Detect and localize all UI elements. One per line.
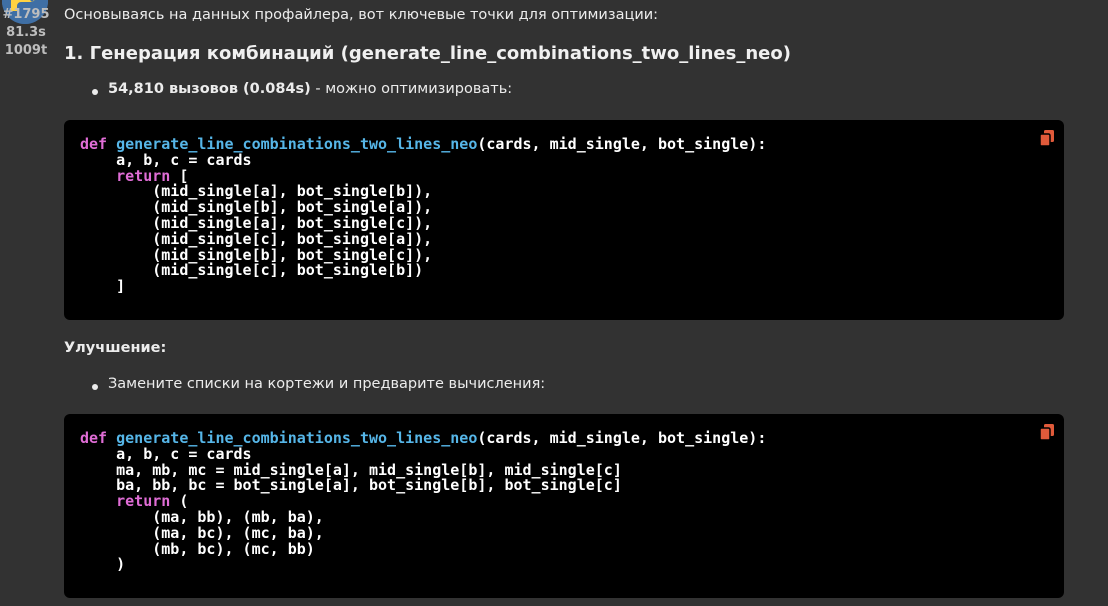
code-text: def generate_line_combinations_two_lines…	[80, 135, 1048, 296]
copy-icon[interactable]	[1039, 130, 1054, 147]
bullet-bold-text: 54,810 вызовов (0.084s)	[108, 81, 311, 97]
code-signature: (cards, mid_single, bot_single):	[477, 135, 767, 153]
chat-message: #1795 81.3s 1009t Основываясь на данных …	[0, 0, 1108, 606]
copy-icon[interactable]	[1039, 424, 1054, 441]
code-block: def generate_line_combinations_two_lines…	[64, 414, 1064, 598]
list-item: Замените списки на кортежи и предварите …	[91, 376, 546, 392]
code-body: (mid_single[a], bot_single[b]), (mid_sin…	[116, 182, 433, 296]
code-line: a, b, c = cards ma, mb, mc = mid_single[…	[116, 444, 622, 495]
response-time: 81.3s	[6, 25, 46, 40]
list-item: 54,810 вызовов (0.084s) - можно оптимизи…	[91, 81, 513, 97]
improvement-label: Улучшение:	[64, 340, 167, 356]
code-body: (ma, bb), (mb, ba), (ma, bc), (mc, ba), …	[116, 507, 324, 574]
code-text: def generate_line_combinations_two_lines…	[80, 429, 1048, 574]
bullet-text: - можно оптимизировать:	[310, 81, 513, 97]
code-block: def generate_line_combinations_two_lines…	[64, 120, 1064, 320]
bullet-text: Замените списки на кортежи и предварите …	[108, 376, 546, 392]
intro-text: Основываясь на данных профайлера, вот кл…	[64, 7, 659, 23]
token-count: 1009t	[4, 43, 48, 58]
message-id: #1795	[2, 7, 50, 22]
code-signature: (cards, mid_single, bot_single):	[477, 429, 767, 447]
section-heading: 1. Генерация комбинаций (generate_line_c…	[64, 43, 791, 64]
